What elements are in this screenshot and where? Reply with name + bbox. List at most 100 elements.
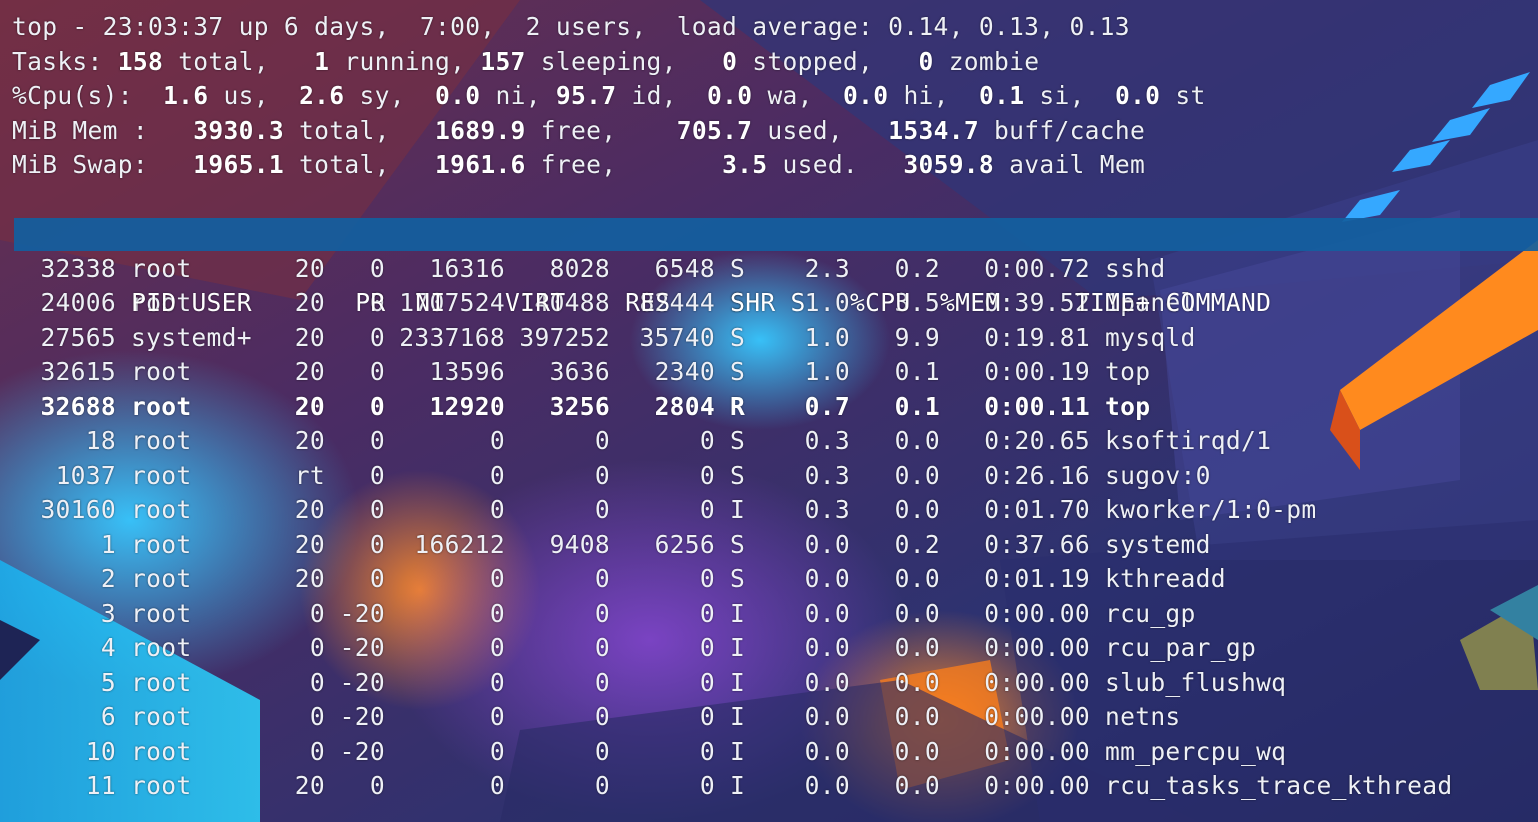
proc-shr: 0 bbox=[699, 771, 715, 800]
col-command: COMMAND bbox=[1165, 288, 1272, 317]
process-row[interactable]: 3 root 0 -20 0 0 0 I 0.0 0.0 0:00.00 rcu_gp bbox=[12, 597, 1538, 632]
proc-time: 0:00.19 bbox=[984, 357, 1090, 386]
proc-state: S bbox=[730, 253, 746, 283]
proc-time: 0:01.19 bbox=[984, 564, 1090, 593]
proc-state: I bbox=[730, 702, 746, 731]
swap-line: MiB Swap: 1965.1 total, 1961.6 free, 3.5… bbox=[12, 148, 1538, 183]
process-row[interactable]: 1 root 20 0 166212 9408 6256 S 0.0 0.2 0:37.66 syst… bbox=[12, 528, 1538, 563]
proc-state: S bbox=[730, 322, 746, 352]
tasks-total-label: total, bbox=[178, 46, 269, 76]
process-row[interactable]: 18 root 20 0 0 0 0 S 0.3 0.0 0:20.65 ksoftirqd/1 bbox=[12, 424, 1538, 459]
tasks-line: Tasks: 158 total, 1 running, 157 sleepin… bbox=[12, 45, 1538, 80]
cpu-sy: 2.6 bbox=[299, 81, 345, 110]
col-user: USER bbox=[191, 288, 252, 317]
proc-mem: 0.1 bbox=[894, 357, 940, 386]
proc-user: root bbox=[131, 771, 192, 800]
proc-virt: 0 bbox=[489, 702, 505, 731]
mem-buff-label: buff/cache bbox=[994, 115, 1146, 145]
proc-pr: 0 bbox=[309, 702, 325, 731]
proc-time: 0:01.70 bbox=[984, 495, 1090, 524]
proc-shr: 2804 bbox=[654, 391, 715, 421]
proc-state: R bbox=[730, 391, 746, 421]
process-row[interactable]: 32688 root 20 0 12920 3256 2804 R 0.7 0.1 0:00.11 t… bbox=[12, 390, 1538, 425]
tasks-zombie-label: zombie bbox=[948, 46, 1040, 76]
proc-virt: 16316 bbox=[429, 253, 505, 283]
proc-time: 0:20.65 bbox=[984, 426, 1090, 455]
proc-shr: 0 bbox=[699, 633, 715, 662]
proc-state: I bbox=[730, 667, 746, 697]
proc-cpu: 0.0 bbox=[804, 702, 850, 731]
proc-res: 0 bbox=[594, 460, 610, 490]
proc-res: 0 bbox=[594, 771, 610, 800]
proc-user: root bbox=[131, 529, 192, 559]
proc-ni: 0 bbox=[369, 460, 385, 490]
terminal-window[interactable]: top - 23:03:37 up 6 days, 7:00, 2 users,… bbox=[12, 10, 1538, 804]
swap-avail: 3059.8 bbox=[903, 150, 995, 179]
swap-used-label: used. bbox=[782, 150, 859, 179]
proc-virt: 0 bbox=[489, 667, 505, 697]
proc-mem: 0.0 bbox=[894, 633, 940, 662]
process-row[interactable]: 6 root 0 -20 0 0 0 I 0.0 0.0 0:00.00 netns bbox=[12, 700, 1538, 735]
proc-pr: 0 bbox=[309, 736, 325, 766]
proc-pid: 18 bbox=[85, 426, 116, 455]
process-table-header: PID USER PR NI VIRT RES SHR S %CPU %MEM TIME+ COMMA… bbox=[12, 217, 1538, 317]
proc-ni: 0 bbox=[369, 357, 385, 386]
process-row[interactable]: 2 root 20 0 0 0 0 S 0.0 0.0 0:01.19 kthreadd bbox=[12, 562, 1538, 597]
process-row[interactable]: 5 root 0 -20 0 0 0 I 0.0 0.0 0:00.00 slub_flushwq bbox=[12, 666, 1538, 701]
col-cpu: %CPU bbox=[850, 288, 911, 317]
proc-pr: 0 bbox=[309, 633, 325, 662]
cpu-hi-label: hi, bbox=[903, 81, 949, 110]
proc-command: rcu_par_gp bbox=[1105, 633, 1257, 662]
col-res: RES bbox=[625, 288, 671, 317]
proc-user: root bbox=[131, 391, 192, 421]
proc-ni: -20 bbox=[339, 667, 385, 697]
proc-user: root bbox=[131, 495, 192, 524]
proc-state: I bbox=[730, 598, 746, 628]
proc-ni: 0 bbox=[369, 426, 385, 455]
cpu-id: 95.7 bbox=[555, 81, 617, 110]
proc-pid: 32615 bbox=[40, 357, 116, 386]
proc-ni: -20 bbox=[339, 736, 385, 766]
proc-user: root bbox=[131, 253, 192, 283]
swap-avail-label: avail Mem bbox=[1009, 150, 1146, 179]
mem-used: 705.7 bbox=[676, 115, 753, 145]
proc-virt: 0 bbox=[489, 495, 505, 524]
swap-total: 1965.1 bbox=[193, 150, 284, 179]
proc-command: mysqld bbox=[1105, 322, 1196, 352]
process-row[interactable]: 11 root 20 0 0 0 0 I 0.0 0.0 0:00.00 rcu_tasks_trac… bbox=[12, 769, 1538, 804]
tasks-sleeping-label: sleeping, bbox=[540, 46, 677, 76]
proc-pr: 20 bbox=[294, 253, 325, 283]
proc-pid: 5 bbox=[100, 667, 116, 697]
process-row[interactable]: 30160 root 20 0 0 0 0 I 0.3 0.0 0:01.70 kworker/1:0… bbox=[12, 493, 1538, 528]
process-row[interactable]: 32615 root 20 0 13596 3636 2340 S 1.0 0.1 0:00.19 t… bbox=[12, 355, 1538, 390]
proc-time: 0:00.00 bbox=[984, 598, 1090, 628]
proc-pr: 20 bbox=[294, 771, 325, 800]
proc-time: 0:19.81 bbox=[984, 322, 1090, 352]
proc-state: S bbox=[730, 460, 746, 490]
process-row[interactable]: 27565 systemd+ 20 0 2337168 397252 35740 S 1.0 9.… bbox=[12, 321, 1538, 356]
process-row[interactable]: 1037 root rt 0 0 0 0 S 0.3 0.0 0:26.16 sugov:0 bbox=[12, 459, 1538, 494]
proc-ni: 0 bbox=[369, 495, 385, 524]
proc-ni: 0 bbox=[369, 391, 385, 421]
proc-virt: 13596 bbox=[429, 357, 505, 386]
col-pr: PR bbox=[355, 288, 386, 317]
process-row[interactable]: 10 root 0 -20 0 0 0 I 0.0 0.0 0:00.00 mm_percpu_wq bbox=[12, 735, 1538, 770]
process-row[interactable]: 32338 root 20 0 16316 8028 6548 S 2.3 0.2 0:00.72 s… bbox=[12, 252, 1538, 287]
proc-res: 0 bbox=[594, 564, 610, 593]
mem-total-label: total, bbox=[299, 115, 390, 145]
proc-ni: 0 bbox=[369, 529, 385, 559]
proc-virt: 0 bbox=[489, 426, 505, 455]
proc-time: 0:00.72 bbox=[984, 253, 1090, 283]
proc-res: 0 bbox=[594, 667, 610, 697]
proc-pr: rt bbox=[294, 460, 325, 490]
process-row[interactable]: 4 root 0 -20 0 0 0 I 0.0 0.0 0:00.00 rcu_par_gp bbox=[12, 631, 1538, 666]
proc-virt: 0 bbox=[489, 564, 505, 593]
proc-state: S bbox=[730, 564, 746, 593]
process-list[interactable]: 32338 root 20 0 16316 8028 6548 S 2.3 0.2 0:00.72 s… bbox=[12, 252, 1538, 804]
proc-state: I bbox=[730, 771, 746, 800]
proc-res: 3636 bbox=[549, 357, 610, 386]
proc-pr: 20 bbox=[294, 391, 325, 421]
proc-cpu: 1.0 bbox=[804, 322, 850, 352]
proc-ni: -20 bbox=[339, 598, 385, 628]
